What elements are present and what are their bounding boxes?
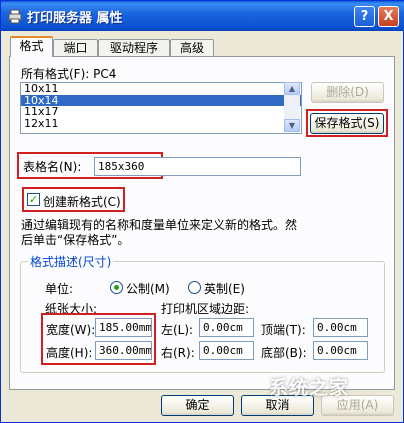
create-new-label[interactable]: 创建新格式(C): [43, 193, 121, 210]
tab-drivers[interactable]: 驱动程序: [98, 39, 170, 57]
dialog-window: 打印服务器 属性 ? X 格式 端口 驱动程序 高级 所有格式(F): PC4 …: [0, 0, 404, 423]
top-margin-input[interactable]: 0.00cm: [313, 318, 368, 337]
metric-radio[interactable]: [110, 281, 123, 294]
top-margin-label: 顶端(T):: [261, 323, 306, 337]
window-title: 打印服务器 属性: [27, 11, 123, 26]
list-item[interactable]: 11x17: [21, 106, 301, 118]
watermark-logo: 系统之家: [269, 377, 350, 399]
formats-listbox[interactable]: 10x11 10x14 11x17 12x11: [20, 82, 302, 134]
form-name-label: 表格名(N):: [23, 160, 82, 174]
list-item[interactable]: 12x11: [21, 117, 301, 130]
right-margin-input[interactable]: 0.00cm: [199, 341, 254, 360]
list-item[interactable]: 10x11: [21, 83, 301, 95]
printer-margins-label: 打印机区域边距:: [161, 302, 250, 316]
right-margin-label: 右(R):: [161, 346, 195, 360]
metric-label[interactable]: 公制(M): [126, 280, 170, 297]
formats-list-label: 所有格式(F): PC4: [21, 67, 117, 81]
width-input[interactable]: 185.00mm: [95, 318, 152, 337]
english-radio[interactable]: [188, 281, 201, 294]
tab-formats[interactable]: 格式: [10, 36, 53, 57]
group-title: 格式描述(尺寸): [28, 253, 114, 270]
save-format-button[interactable]: 保存格式(S): [310, 113, 384, 134]
delete-button[interactable]: 删除(D): [311, 82, 384, 103]
unit-label: 单位:: [45, 282, 74, 296]
tab-advanced[interactable]: 高级: [170, 39, 214, 57]
close-button[interactable]: X: [378, 6, 399, 27]
scroll-down-icon[interactable]: ▼: [284, 119, 300, 132]
printer-icon: [8, 9, 22, 24]
height-input[interactable]: 360.00mm: [95, 341, 152, 360]
list-item-selected[interactable]: 10x14: [21, 94, 301, 106]
ok-button[interactable]: 确定: [161, 395, 234, 416]
scroll-up-icon[interactable]: ▲: [284, 82, 300, 95]
bottom-margin-label: 底部(B):: [261, 346, 307, 360]
english-label[interactable]: 英制(E): [204, 280, 245, 297]
tab-ports[interactable]: 端口: [53, 39, 98, 57]
description-line: 后单击“保存格式”。: [21, 233, 130, 247]
left-margin-input[interactable]: 0.00cm: [199, 318, 254, 337]
bottom-margin-input[interactable]: 0.00cm: [313, 341, 368, 360]
title-bar[interactable]: 打印服务器 属性 ? X: [1, 1, 404, 31]
height-label: 高度(H):: [46, 346, 93, 360]
list-scrollbar[interactable]: ▲ ▼: [284, 82, 300, 132]
left-margin-label: 左(L):: [161, 323, 194, 337]
width-label: 宽度(W):: [46, 323, 96, 337]
form-name-input[interactable]: 185x360: [94, 157, 301, 176]
create-new-checkbox[interactable]: ✓: [27, 193, 40, 206]
help-button[interactable]: ?: [354, 6, 375, 27]
